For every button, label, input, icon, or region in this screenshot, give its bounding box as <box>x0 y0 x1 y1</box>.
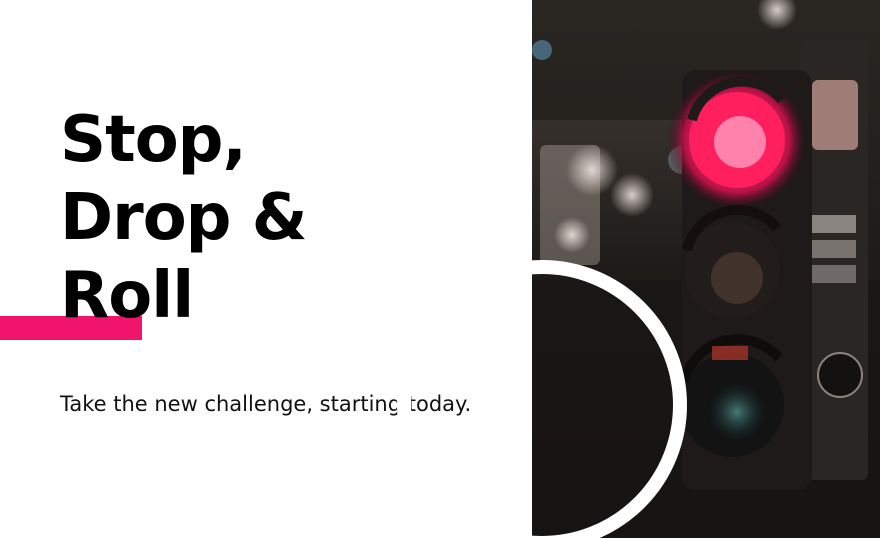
signal-sticker <box>812 240 856 258</box>
bokeh-light <box>554 217 590 253</box>
subtitle: Take the new challenge, starting today. <box>60 392 472 416</box>
bokeh-light <box>610 173 654 217</box>
title-line: Roll <box>60 259 194 333</box>
traffic-light-photo <box>532 0 880 538</box>
slide: Stop, Drop & Roll Take the new challenge… <box>0 0 880 538</box>
signal-sticker <box>812 215 856 233</box>
signal-sticker-round <box>817 352 863 398</box>
signal-side-lamp <box>812 80 858 150</box>
green-light-lens <box>707 382 767 442</box>
bokeh-light <box>757 0 797 30</box>
bokeh-light <box>566 144 618 196</box>
title-line: Drop & <box>60 181 308 255</box>
title-line: Stop, <box>60 103 247 177</box>
signal-sticker <box>812 265 856 283</box>
signal-label-tag <box>712 346 748 360</box>
bokeh-light <box>532 40 552 60</box>
red-light-core <box>714 116 766 168</box>
traffic-light-illustration <box>532 0 880 538</box>
page-title: Stop, Drop & Roll <box>60 101 308 335</box>
amber-light-lens <box>711 252 763 304</box>
